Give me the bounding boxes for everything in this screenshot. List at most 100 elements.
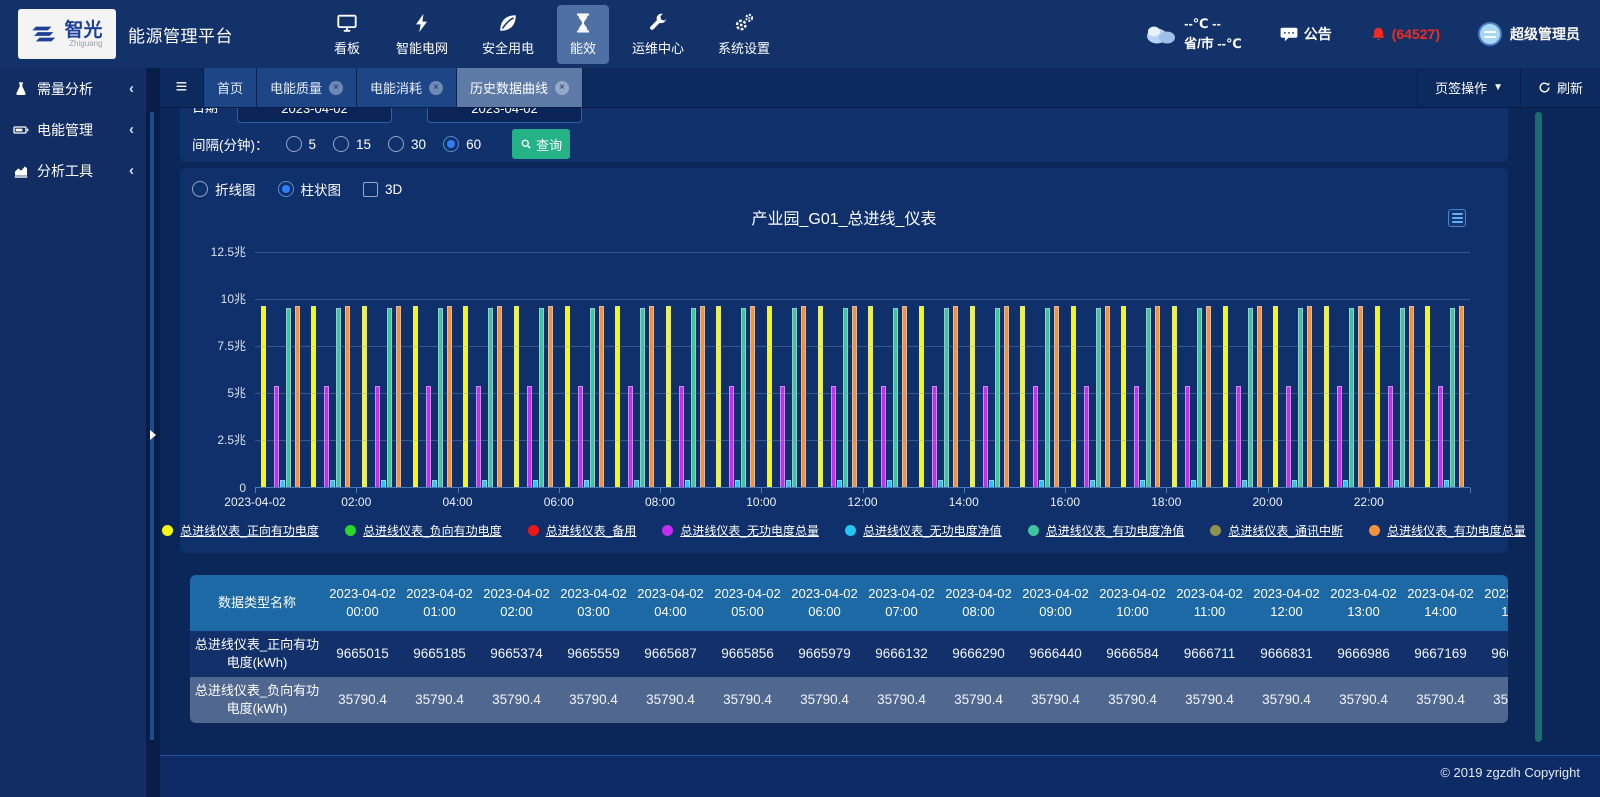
bar-总进线仪表_无功电度总量 — [831, 386, 836, 488]
weather-temp: --℃ -- — [1184, 14, 1242, 34]
wrench-icon — [647, 12, 669, 34]
y-axis-tick: 12.5兆 — [211, 243, 246, 260]
table-row: 总进线仪表_负向有功电度(kWh)35790.435790.435790.435… — [190, 677, 1508, 723]
chart-context-menu-icon[interactable] — [1448, 209, 1466, 227]
bar-总进线仪表_有功电度总量 — [497, 306, 502, 488]
battery-icon — [13, 122, 29, 138]
radio-icon[interactable] — [286, 136, 302, 152]
legend-item[interactable]: 总进线仪表_正向有功电度 — [162, 522, 319, 539]
tab-close-icon[interactable]: × — [429, 81, 443, 95]
collapse-arrow-icon[interactable] — [150, 430, 156, 440]
bar-总进线仪表_有功电度净值 — [1146, 308, 1151, 488]
radio-icon[interactable] — [192, 181, 208, 197]
bar-总进线仪表_无功电度总量 — [527, 386, 532, 488]
caret-down-icon: ▼ — [1493, 82, 1503, 93]
table-cell-value: 35790.4 — [555, 677, 632, 723]
logo: 智光 Zhiguang — [18, 9, 116, 59]
vertical-scrollbar[interactable] — [1535, 112, 1542, 742]
radio-icon[interactable] — [388, 136, 404, 152]
tab-历史数据曲线[interactable]: 历史数据曲线× — [457, 68, 583, 107]
bar-总进线仪表_有功电度净值 — [944, 308, 949, 488]
refresh-button[interactable]: 刷新 — [1520, 68, 1600, 107]
bar-总进线仪表_正向有功电度 — [1121, 306, 1126, 488]
user-menu[interactable]: 超级管理员 — [1478, 22, 1580, 46]
bar-总进线仪表_无功电度总量 — [375, 386, 380, 488]
menu-toggle-icon[interactable]: ≡ — [160, 68, 204, 107]
alarm-button[interactable]: (64527) — [1370, 26, 1440, 43]
legend-item[interactable]: 总进线仪表_通讯中断 — [1210, 522, 1343, 539]
bar-总进线仪表_有功电度总量 — [852, 306, 857, 488]
bar-group — [356, 253, 407, 488]
cloud-icon — [1143, 21, 1177, 47]
chat-bubble-icon — [1280, 27, 1298, 42]
table-header-time: 2023-04-02 08:00 — [940, 575, 1017, 631]
bar-总进线仪表_正向有功电度 — [1324, 306, 1329, 488]
nav-item-smart-grid[interactable]: 智能电网 — [385, 5, 459, 64]
bar-总进线仪表_有功电度净值 — [1248, 308, 1253, 488]
tab-actions-dropdown[interactable]: 页签操作▼ — [1417, 68, 1520, 107]
legend-item[interactable]: 总进线仪表_无功电度净值 — [845, 522, 1002, 539]
interval-option-30[interactable]: 30 — [388, 136, 426, 152]
sidebar-item-analysis-tools[interactable]: 分析工具‹ — [0, 150, 146, 191]
hourglass-icon — [572, 12, 594, 34]
checkbox-icon[interactable] — [363, 182, 378, 197]
legend-item[interactable]: 总进线仪表_备用 — [528, 522, 637, 539]
nav-item-energy-efficiency[interactable]: 能效 — [557, 5, 609, 64]
tab-close-icon[interactable]: × — [329, 81, 343, 95]
legend-dot-icon — [345, 525, 356, 536]
tab-首页[interactable]: 首页 — [204, 68, 257, 107]
chart-type-option-柱状图[interactable]: 柱状图 — [278, 179, 342, 199]
nav-item-safe-power[interactable]: 安全用电 — [471, 5, 545, 64]
legend-dot-icon — [528, 525, 539, 536]
sidebar-item-energy-management[interactable]: 电能管理‹ — [0, 109, 146, 150]
chart-type-option-折线图[interactable]: 折线图 — [192, 179, 256, 199]
chart-legend: 总进线仪表_正向有功电度总进线仪表_负向有功电度总进线仪表_备用总进线仪表_无功… — [180, 522, 1508, 539]
bar-总进线仪表_有功电度总量 — [1257, 306, 1262, 488]
table-header-time: 2023-04-02 04:00 — [632, 575, 709, 631]
sidebar-scrollbar[interactable] — [150, 112, 154, 740]
table-cell-value: 35790.4 — [1402, 677, 1479, 723]
nav-item-dashboard[interactable]: 看板 — [321, 5, 373, 64]
chart-type-option-3D[interactable]: 3D — [363, 182, 402, 197]
legend-item[interactable]: 总进线仪表_无功电度总量 — [662, 522, 819, 539]
bar-group — [913, 253, 964, 488]
bar-总进线仪表_有功电度净值 — [1349, 308, 1354, 488]
bar-group — [609, 253, 660, 488]
legend-item[interactable]: 总进线仪表_有功电度净值 — [1028, 522, 1185, 539]
bar-总进线仪表_有功电度净值 — [640, 308, 645, 488]
table-cell-value: 35790.4 — [1325, 677, 1402, 723]
nav-item-ops-center[interactable]: 运维中心 — [621, 5, 695, 64]
bar-总进线仪表_无功电度总量 — [324, 386, 329, 488]
legend-item[interactable]: 总进线仪表_有功电度总量 — [1369, 522, 1526, 539]
radio-icon[interactable] — [278, 181, 294, 197]
announcement-button[interactable]: 公告 — [1280, 24, 1332, 44]
interval-option-60[interactable]: 60 — [443, 136, 481, 152]
bar-group — [812, 253, 863, 488]
leaf-icon — [497, 12, 519, 34]
search-button[interactable]: 查询 — [512, 129, 570, 159]
search-icon — [520, 138, 532, 150]
interval-option-15[interactable]: 15 — [333, 136, 371, 152]
radio-icon[interactable] — [333, 136, 349, 152]
sidebar-item-demand-analysis[interactable]: 需量分析‹ — [0, 68, 146, 109]
tab-电能消耗[interactable]: 电能消耗× — [357, 68, 457, 107]
table-row: 总进线仪表_正向有功电度(kWh)96650159665185966537496… — [190, 631, 1508, 677]
bar-group — [1369, 253, 1420, 488]
nav-item-system-settings[interactable]: 系统设置 — [707, 5, 781, 64]
table-header-time: 2023-04-02 01:00 — [401, 575, 478, 631]
table-cell-value: 35790.4 — [324, 677, 401, 723]
bar-总进线仪表_无功电度总量 — [476, 386, 481, 488]
tab-电能质量[interactable]: 电能质量× — [257, 68, 357, 107]
interval-option-5[interactable]: 5 — [286, 136, 317, 152]
bar-总进线仪表_有功电度总量 — [1409, 306, 1414, 488]
navbar-right: --℃ -- 省/市 --℃ 公告 (64527) 超级管理员 — [1143, 14, 1580, 54]
legend-item[interactable]: 总进线仪表_负向有功电度 — [345, 522, 502, 539]
bar-总进线仪表_无功电度总量 — [1286, 386, 1291, 488]
table-cell-value: 9666132 — [863, 631, 940, 677]
table-cell-value: 9665979 — [786, 631, 863, 677]
tab-close-icon[interactable]: × — [555, 81, 569, 95]
radio-icon[interactable] — [443, 136, 459, 152]
y-axis-tick: 2.5兆 — [217, 431, 246, 448]
table-header-time: 2023-04-02 09:00 — [1017, 575, 1094, 631]
bar-总进线仪表_有功电度总量 — [295, 306, 300, 488]
